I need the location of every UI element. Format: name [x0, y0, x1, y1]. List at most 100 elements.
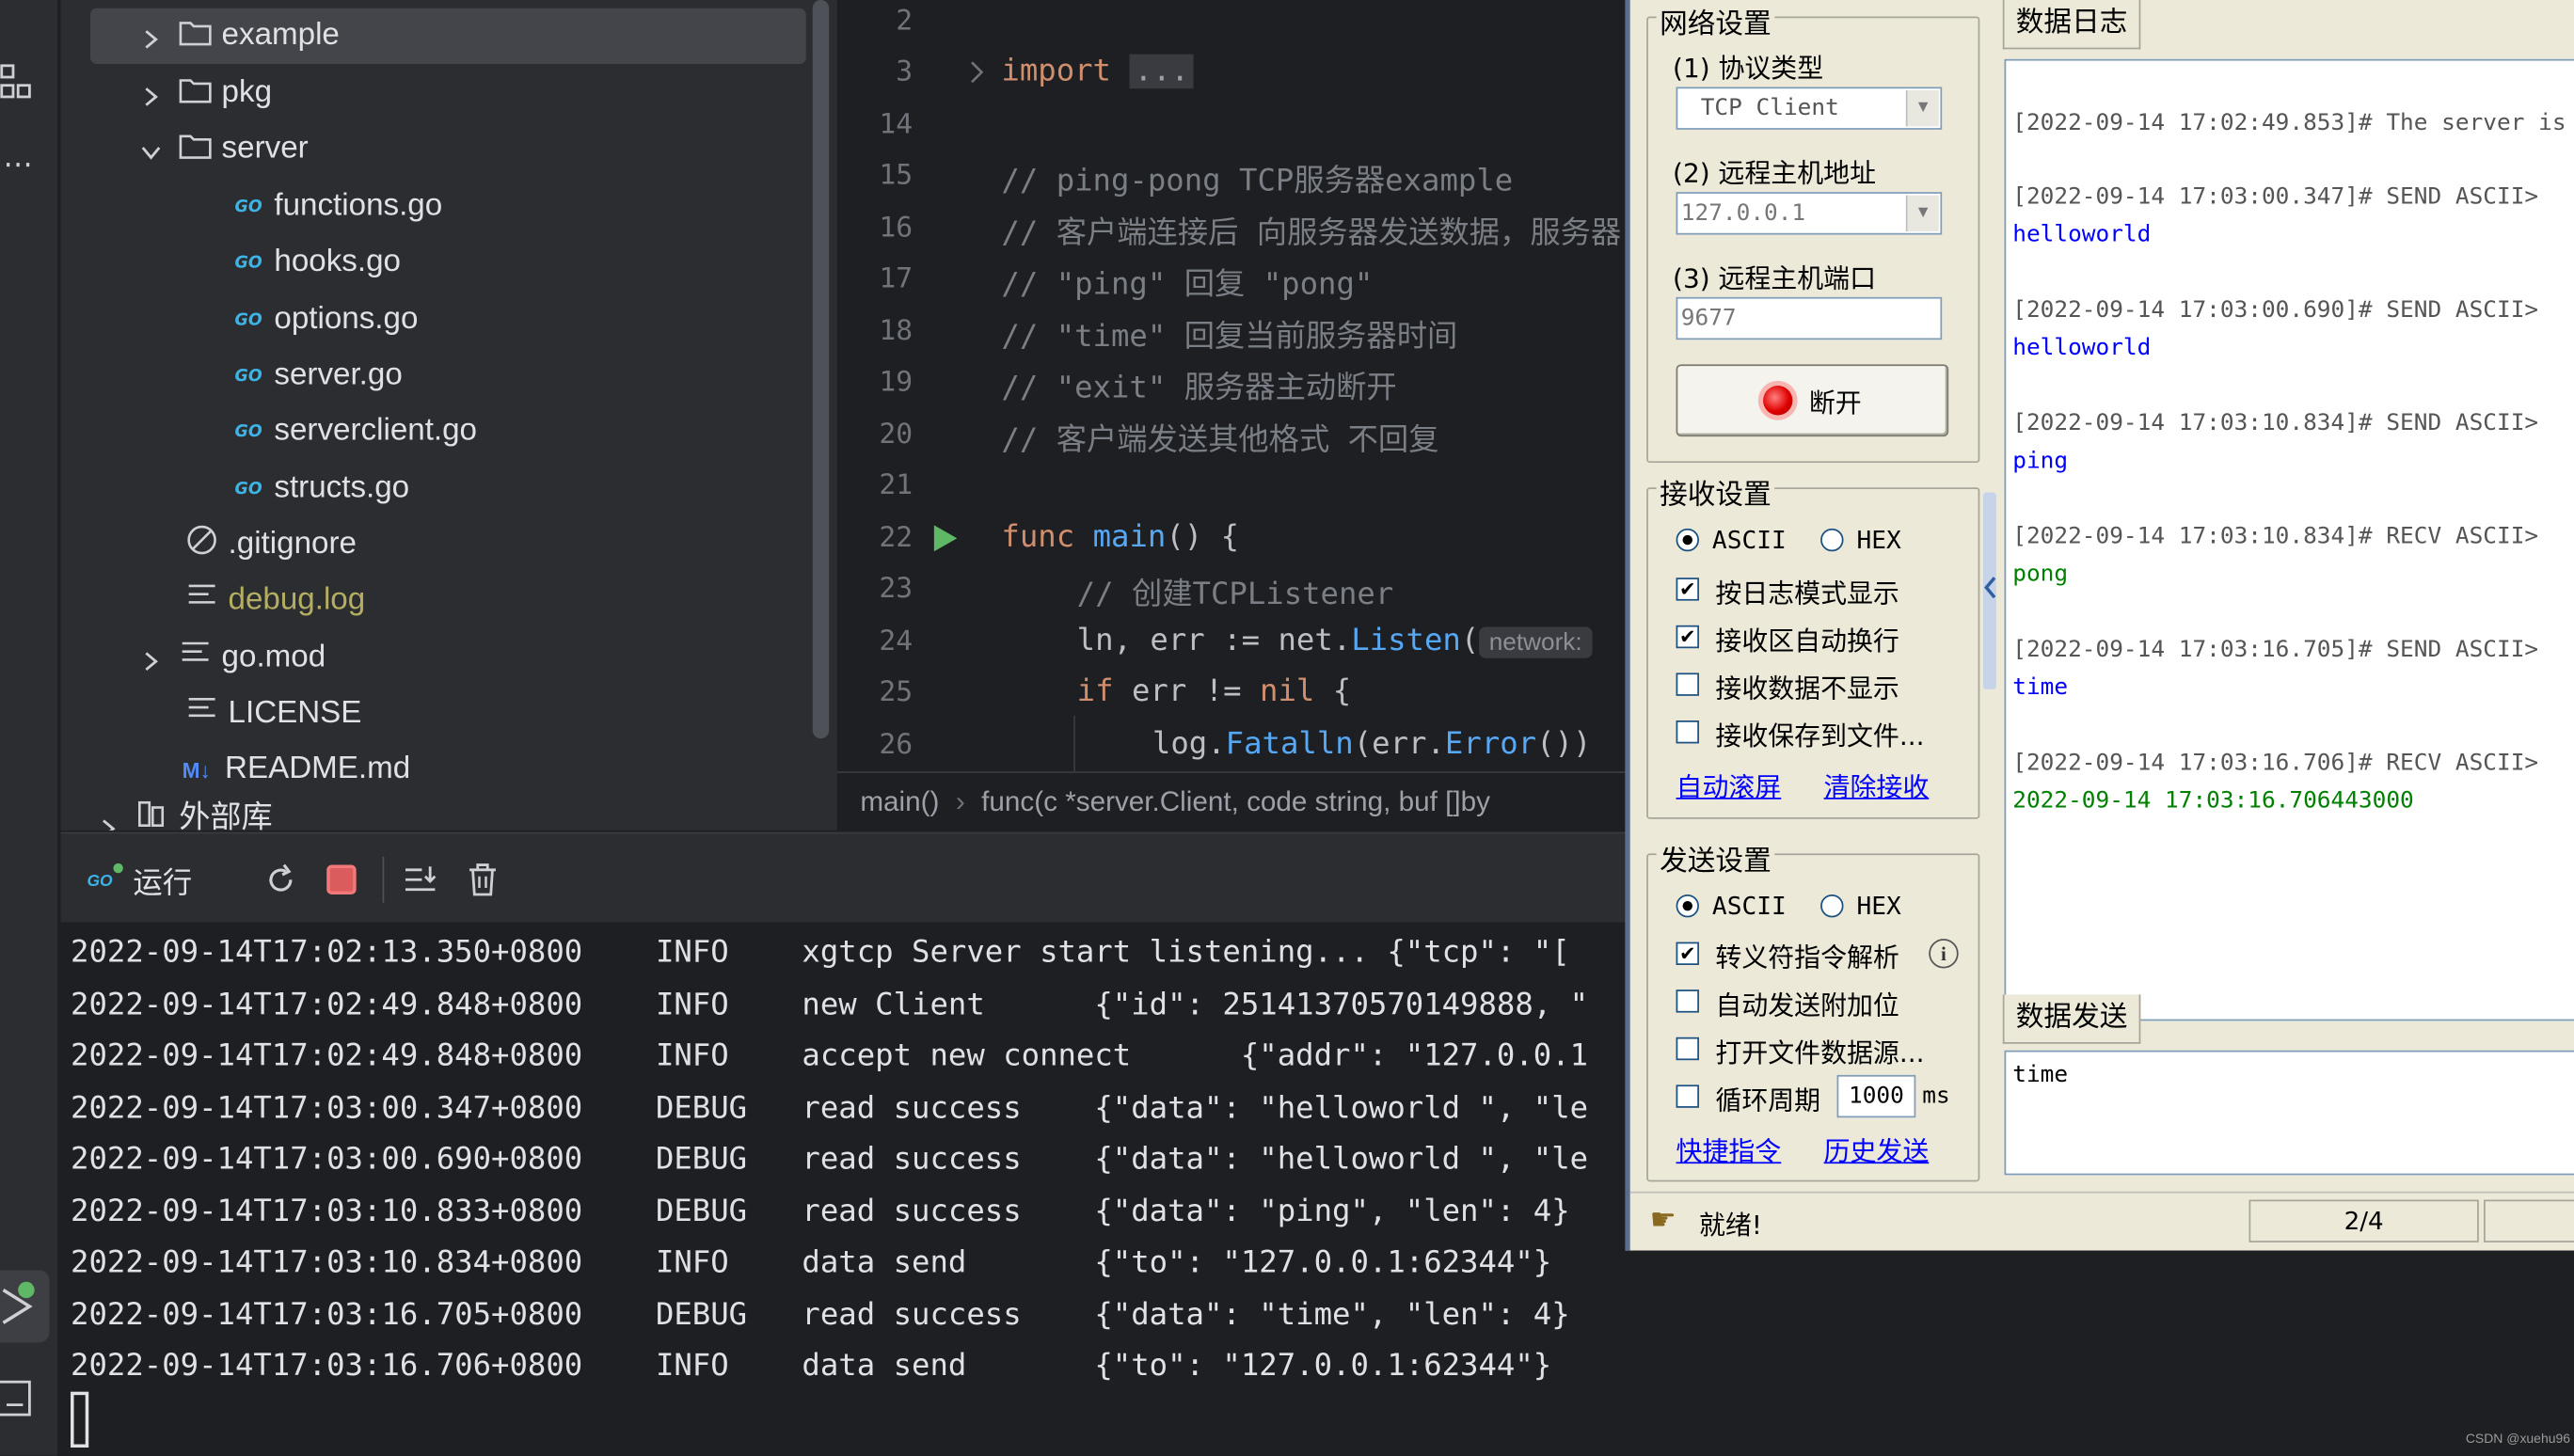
loop-period-checkbox[interactable] — [1676, 1084, 1699, 1108]
code-comment: // "ping" 回复 "pong" — [1001, 267, 1374, 303]
stop-icon[interactable] — [326, 864, 357, 894]
dropdown-arrow-icon[interactable]: ▼ — [1905, 195, 1939, 232]
status-count-panel: 2/4 — [2248, 1199, 2479, 1242]
log-area[interactable]: [2022-09-14 17:02:49.853]# The server is… — [2004, 58, 2574, 1021]
chevron-right-icon[interactable] — [139, 24, 162, 49]
scroll-to-end-icon[interactable] — [403, 863, 438, 903]
console-output[interactable]: 2022-09-14T17:02:13.350+0800 INFO xgtcp … — [60, 922, 1626, 1456]
terminal-icon[interactable] — [0, 1379, 33, 1418]
run-tool-icon[interactable] — [0, 1270, 50, 1343]
chevron-down-icon[interactable] — [139, 138, 162, 161]
recv-hide-checkbox[interactable] — [1676, 673, 1699, 696]
tab-data-log[interactable]: 数据日志 — [2002, 0, 2141, 50]
recv-wrap-checkbox[interactable]: ✔ — [1676, 625, 1699, 649]
protocol-select[interactable]: TCP Client ▼ — [1676, 87, 1943, 130]
file-source-checkbox[interactable] — [1676, 1037, 1699, 1061]
recv-log-mode-label: 按日志模式显示 — [1715, 578, 1899, 609]
fold-chevron-icon[interactable] — [968, 59, 984, 92]
escape-parse-checkbox[interactable]: ✔ — [1676, 942, 1699, 966]
panel-splitter[interactable] — [1982, 492, 1996, 689]
dropdown-arrow-icon[interactable]: ▼ — [1905, 89, 1939, 127]
remote-port-input[interactable]: 9677 — [1676, 296, 1943, 340]
console-line: 2022-09-14T17:03:16.706+0800 INFO data s… — [71, 1349, 1552, 1384]
auto-scroll-link[interactable]: 自动滚屏 — [1676, 765, 1782, 804]
tab-data-send[interactable]: 数据发送 — [2002, 994, 2141, 1044]
function-name: main — [1092, 520, 1167, 555]
breadcrumb-item[interactable]: main() — [860, 785, 939, 818]
line-number: 14 — [879, 108, 914, 142]
auto-append-checkbox[interactable] — [1676, 989, 1699, 1013]
code-text: ()) — [1536, 726, 1592, 762]
function-name: Fatalln — [1225, 726, 1354, 762]
remote-host-select[interactable]: 127.0.0.1 ▼ — [1676, 192, 1943, 235]
tree-item-functions-go[interactable]: GO functions.go — [90, 179, 443, 234]
chevron-right-icon[interactable] — [97, 814, 119, 831]
tree-item-label: debug.log — [228, 582, 366, 618]
info-icon[interactable]: i — [1929, 939, 1959, 969]
disconnect-button[interactable]: 断开 — [1676, 364, 1949, 437]
tree-item-server[interactable]: server — [90, 121, 806, 177]
chevron-right-icon[interactable] — [139, 82, 162, 106]
tree-item-label: example — [221, 18, 340, 53]
tree-item-pkg[interactable]: pkg — [90, 66, 806, 121]
code-text: ln, err := — [1076, 624, 1279, 658]
log-line: pong — [2012, 561, 2069, 588]
send-ascii-radio[interactable] — [1676, 894, 1699, 918]
tree-item-example[interactable]: example — [89, 8, 806, 65]
line-number: 26 — [879, 728, 914, 762]
text-cursor — [71, 1391, 89, 1448]
quick-command-link[interactable]: 快捷指令 — [1676, 1129, 1782, 1168]
more-icon[interactable]: ⋯ — [3, 150, 36, 181]
structure-icon[interactable] — [0, 62, 33, 102]
protocol-value: TCP Client — [1700, 95, 1839, 122]
log-line: time — [2012, 674, 2069, 702]
tree-item-server-go[interactable]: GO server.go — [90, 348, 403, 404]
loop-period-input[interactable]: 1000 — [1836, 1074, 1916, 1118]
code-text: () { — [1166, 520, 1240, 555]
text-file-icon — [179, 639, 212, 678]
recv-ascii-radio[interactable] — [1676, 528, 1699, 552]
tree-scrollbar[interactable] — [812, 0, 830, 739]
chevron-left-icon[interactable] — [1983, 575, 1996, 608]
recv-hex-label: HEX — [1856, 525, 1901, 555]
tree-item-readme[interactable]: M↓ README.md — [90, 742, 410, 798]
rerun-icon[interactable] — [264, 863, 297, 903]
code-text: { — [1314, 674, 1352, 709]
tree-item-debug-log[interactable]: debug.log — [90, 573, 365, 628]
recv-log-mode-checkbox[interactable]: ✔ — [1676, 578, 1699, 601]
tree-item-license[interactable]: LICENSE — [90, 686, 361, 741]
receive-settings-title: 接收设置 — [1656, 470, 1775, 513]
run-gutter-icon[interactable] — [932, 524, 959, 560]
chevron-right-icon[interactable] — [139, 646, 162, 671]
tab-run[interactable]: GO 运行 — [87, 860, 192, 902]
tree-item-hooks-go[interactable]: GO hooks.go — [90, 235, 401, 291]
send-text: time — [2012, 1061, 2069, 1088]
tree-item-gitignore[interactable]: .gitignore — [90, 517, 357, 573]
send-textarea[interactable]: time — [2004, 1050, 2574, 1176]
tree-item-options-go[interactable]: GO options.go — [90, 293, 419, 348]
line-number: 16 — [879, 212, 914, 245]
folder-icon — [179, 131, 212, 168]
console-line: 2022-09-14T17:03:10.834+0800 INFO data s… — [71, 1245, 1552, 1281]
text-file-icon — [185, 581, 218, 621]
tree-item-structs-go[interactable]: GO structs.go — [90, 461, 410, 516]
code-comment: // "time" 回复当前服务器时间 — [1001, 320, 1458, 355]
send-hex-radio[interactable] — [1820, 894, 1844, 918]
code-editor[interactable]: import ... // ping-pong TCP服务器example //… — [984, 0, 1626, 772]
tree-item-external-libs[interactable]: 外部库 — [90, 801, 273, 831]
trash-icon[interactable] — [467, 862, 500, 904]
tree-item-serverclient-go[interactable]: GO serverclient.go — [90, 404, 477, 459]
tree-item-go-mod[interactable]: go.mod — [90, 630, 326, 686]
recv-hex-radio[interactable] — [1820, 528, 1844, 552]
breadcrumb-item[interactable]: func(c *server.Client, code string, buf … — [981, 785, 1490, 818]
code-text: . — [1332, 624, 1352, 658]
folded-region[interactable]: ... — [1129, 54, 1195, 88]
keyword: func — [1001, 520, 1075, 555]
recv-save-file-checkbox[interactable] — [1676, 720, 1699, 744]
clear-receive-link[interactable]: 清除接收 — [1824, 765, 1930, 804]
pointing-hand-icon: ☛ — [1649, 1203, 1676, 1238]
console-line: 2022-09-14T17:02:49.848+0800 INFO accept… — [71, 1038, 1589, 1074]
history-send-link[interactable]: 历史发送 — [1824, 1129, 1930, 1168]
line-number: 22 — [879, 521, 914, 555]
auto-append-label: 自动发送附加位 — [1715, 989, 1899, 1021]
